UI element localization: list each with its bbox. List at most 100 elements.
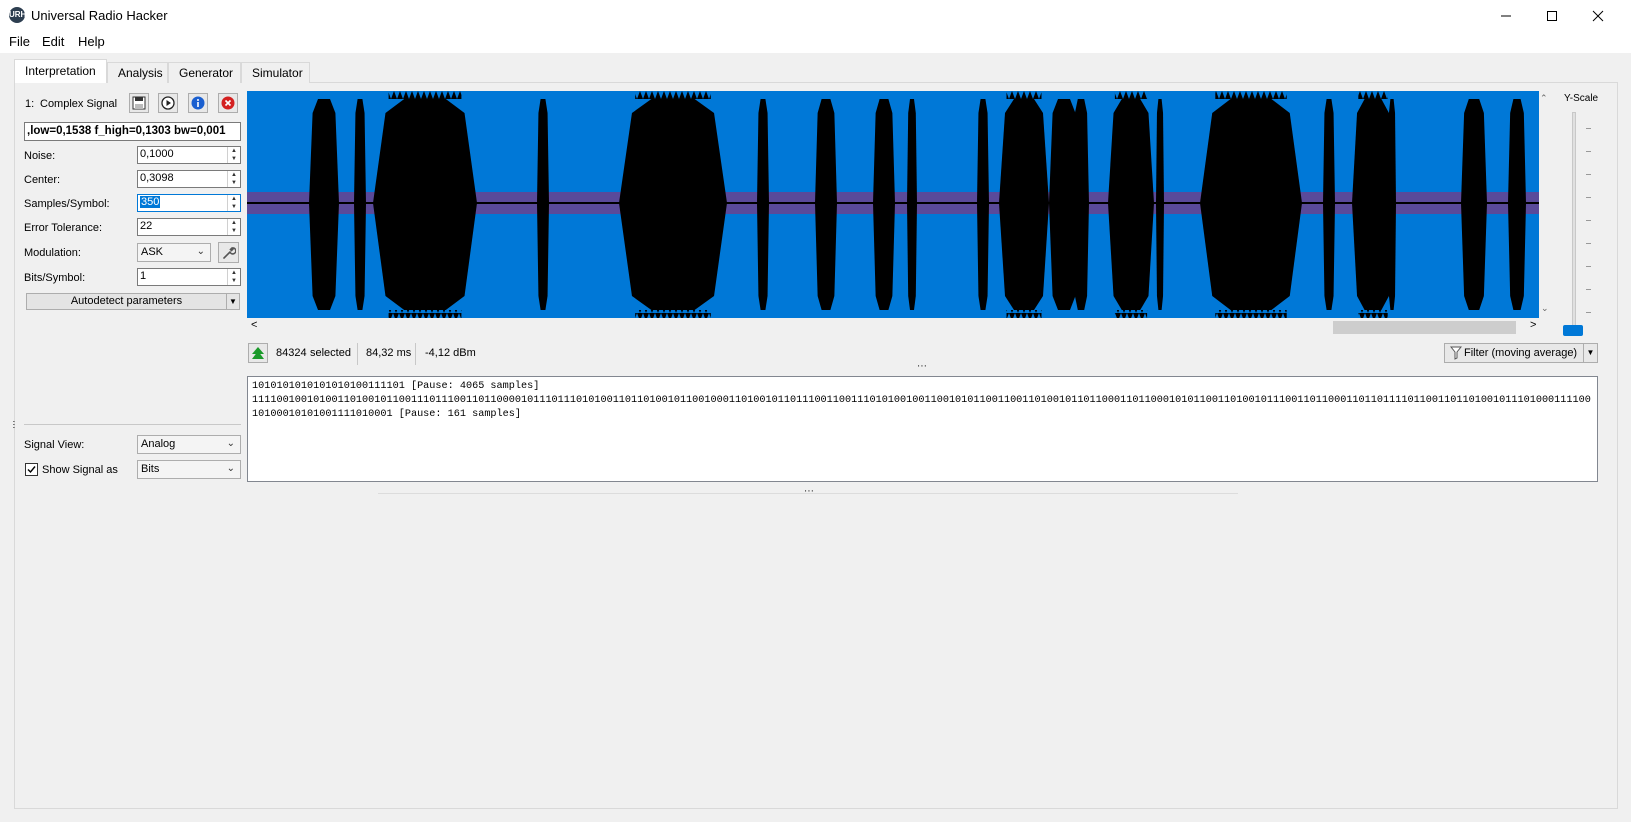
waveform-burst xyxy=(373,99,477,310)
splitter-grip-icon[interactable]: ⋯ xyxy=(804,486,814,497)
save-signal-button[interactable] xyxy=(129,93,149,113)
close-icon xyxy=(1592,10,1604,21)
modulation-label: Modulation: xyxy=(24,247,81,259)
minimize-button[interactable] xyxy=(1483,0,1529,31)
zoom-to-selection-button[interactable] xyxy=(248,343,268,363)
waveform-burst xyxy=(757,99,769,310)
filter-label: Filter (moving average) xyxy=(1464,347,1578,359)
center-spinbox[interactable]: 0,3098 ▲ ▼ xyxy=(137,170,241,188)
tree-arrow-icon xyxy=(252,347,264,359)
wrench-icon xyxy=(222,246,236,259)
filter-button[interactable]: Filter (moving average) xyxy=(1444,343,1584,363)
divider xyxy=(24,424,241,425)
autodetect-parameters-button[interactable]: Autodetect parameters xyxy=(26,293,227,310)
close-signal-button[interactable] xyxy=(218,93,238,113)
modulation-select[interactable]: ASK ⌄ xyxy=(137,243,211,262)
protocol-line: 1111001001010011010010110011101110011011… xyxy=(252,395,1591,420)
autodetect-dropdown-icon[interactable]: ▼ xyxy=(227,293,240,310)
signal-filter-string-field[interactable]: ,low=0,1538 f_high=0,1303 bw=0,001 xyxy=(24,122,241,141)
waveform-burst xyxy=(1200,99,1302,310)
tab-interpretation[interactable]: Interpretation xyxy=(14,59,107,83)
spin-arrows-icon[interactable]: ▲ ▼ xyxy=(227,269,240,285)
info-icon xyxy=(191,96,205,110)
waveform-spikes xyxy=(1215,310,1287,318)
splitter-grip-icon[interactable]: ⋯ xyxy=(9,420,19,429)
selected-label: selected xyxy=(310,347,351,359)
y-scale-label: Y-Scale xyxy=(1564,93,1599,104)
spin-arrows-icon[interactable]: ▲ ▼ xyxy=(227,219,240,235)
y-scale-slider[interactable] xyxy=(1572,112,1576,326)
funnel-icon xyxy=(1450,346,1462,360)
y-scale-tick xyxy=(1586,220,1591,221)
error-tolerance-label: Error Tolerance: xyxy=(24,222,103,234)
waveform-burst xyxy=(815,99,837,310)
tab-generator[interactable]: Generator xyxy=(168,62,241,83)
scrollbar-thumb[interactable] xyxy=(1333,321,1516,334)
waveform-burst xyxy=(999,99,1049,310)
waveform-spikes xyxy=(1006,310,1042,318)
noise-value: 0,1000 xyxy=(140,148,174,160)
error-tolerance-spinbox[interactable]: 22 ▲ ▼ xyxy=(137,218,241,236)
minimize-icon xyxy=(1501,15,1511,16)
spin-arrows-icon[interactable]: ▲ ▼ xyxy=(227,195,240,211)
tab-simulator[interactable]: Simulator xyxy=(241,62,310,83)
signal-view-label: Signal View: xyxy=(24,439,85,451)
y-scale-tick xyxy=(1586,174,1591,175)
signal-view-select[interactable]: Analog ⌄ xyxy=(137,435,241,454)
modulation-value: ASK xyxy=(141,246,164,258)
scroll-left-icon[interactable]: < xyxy=(251,319,257,331)
signal-info-button[interactable] xyxy=(188,93,208,113)
close-window-button[interactable] xyxy=(1575,0,1621,31)
y-scale-handle[interactable] xyxy=(1563,325,1583,336)
play-signal-button[interactable] xyxy=(158,93,178,113)
waveform-spikes xyxy=(1114,91,1148,99)
title-bar[interactable] xyxy=(0,0,1631,31)
show-signal-as-value: Bits xyxy=(141,463,160,475)
show-signal-as-select[interactable]: Bits ⌄ xyxy=(137,460,241,479)
scroll-up-icon[interactable]: ⌃ xyxy=(1540,93,1548,104)
selected-count: 84324 xyxy=(276,347,307,359)
menu-help[interactable]: Help xyxy=(78,34,105,49)
show-signal-checkbox[interactable] xyxy=(25,463,38,476)
waveform-spikes xyxy=(1114,310,1148,318)
waveform-burst xyxy=(873,99,895,310)
waveform-burst xyxy=(354,99,366,310)
samples-per-symbol-spinbox[interactable]: 350 ▲ ▼ xyxy=(137,194,241,212)
protocol-text-view[interactable]: 1010101010101010100111101 [Pause: 4065 s… xyxy=(247,376,1598,482)
scroll-down-icon[interactable]: ⌄ xyxy=(1541,303,1549,314)
waveform-burst xyxy=(977,99,989,310)
spin-arrows-icon[interactable]: ▲ ▼ xyxy=(227,147,240,163)
tab-analysis[interactable]: Analysis xyxy=(107,62,168,83)
close-circle-icon xyxy=(221,96,235,110)
maximize-button[interactable] xyxy=(1529,0,1575,31)
chevron-down-icon: ⌄ xyxy=(226,463,235,474)
window-title: Universal Radio Hacker xyxy=(31,8,168,23)
modulation-settings-button[interactable] xyxy=(218,242,239,263)
waveform-spikes xyxy=(635,310,711,318)
show-signal-label[interactable]: Show Signal as xyxy=(42,464,118,476)
save-icon xyxy=(132,96,146,110)
spin-arrows-icon[interactable]: ▲ ▼ xyxy=(227,171,240,187)
waveform-burst xyxy=(1073,99,1089,310)
bits-per-symbol-spinbox[interactable]: 1 ▲ ▼ xyxy=(137,268,241,286)
play-icon xyxy=(161,96,175,110)
chevron-down-icon: ⌄ xyxy=(226,438,235,449)
waveform-burst xyxy=(1352,99,1394,310)
signal-name[interactable]: Complex Signal xyxy=(40,98,117,110)
waveform-spikes xyxy=(1358,310,1388,318)
waveform-plot xyxy=(247,91,1539,318)
signal-waveform-view[interactable] xyxy=(247,91,1539,318)
y-scale-tick xyxy=(1586,312,1591,313)
filter-dropdown-icon[interactable]: ▼ xyxy=(1584,343,1598,363)
noise-spinbox[interactable]: 0,1000 ▲ ▼ xyxy=(137,146,241,164)
menu-file[interactable]: File xyxy=(9,34,30,49)
protocol-line: 1010101010101010100111101 [Pause: 4065 s… xyxy=(252,381,540,392)
error-tolerance-value: 22 xyxy=(140,220,153,232)
checkmark-icon xyxy=(27,466,36,474)
menu-edit[interactable]: Edit xyxy=(42,34,64,49)
center-value: 0,3098 xyxy=(140,172,174,184)
waveform-burst xyxy=(907,99,917,310)
splitter-grip-icon[interactable]: ⋯ xyxy=(917,361,927,372)
scroll-right-icon[interactable]: > xyxy=(1530,319,1536,331)
waveform-spikes xyxy=(1358,91,1388,99)
